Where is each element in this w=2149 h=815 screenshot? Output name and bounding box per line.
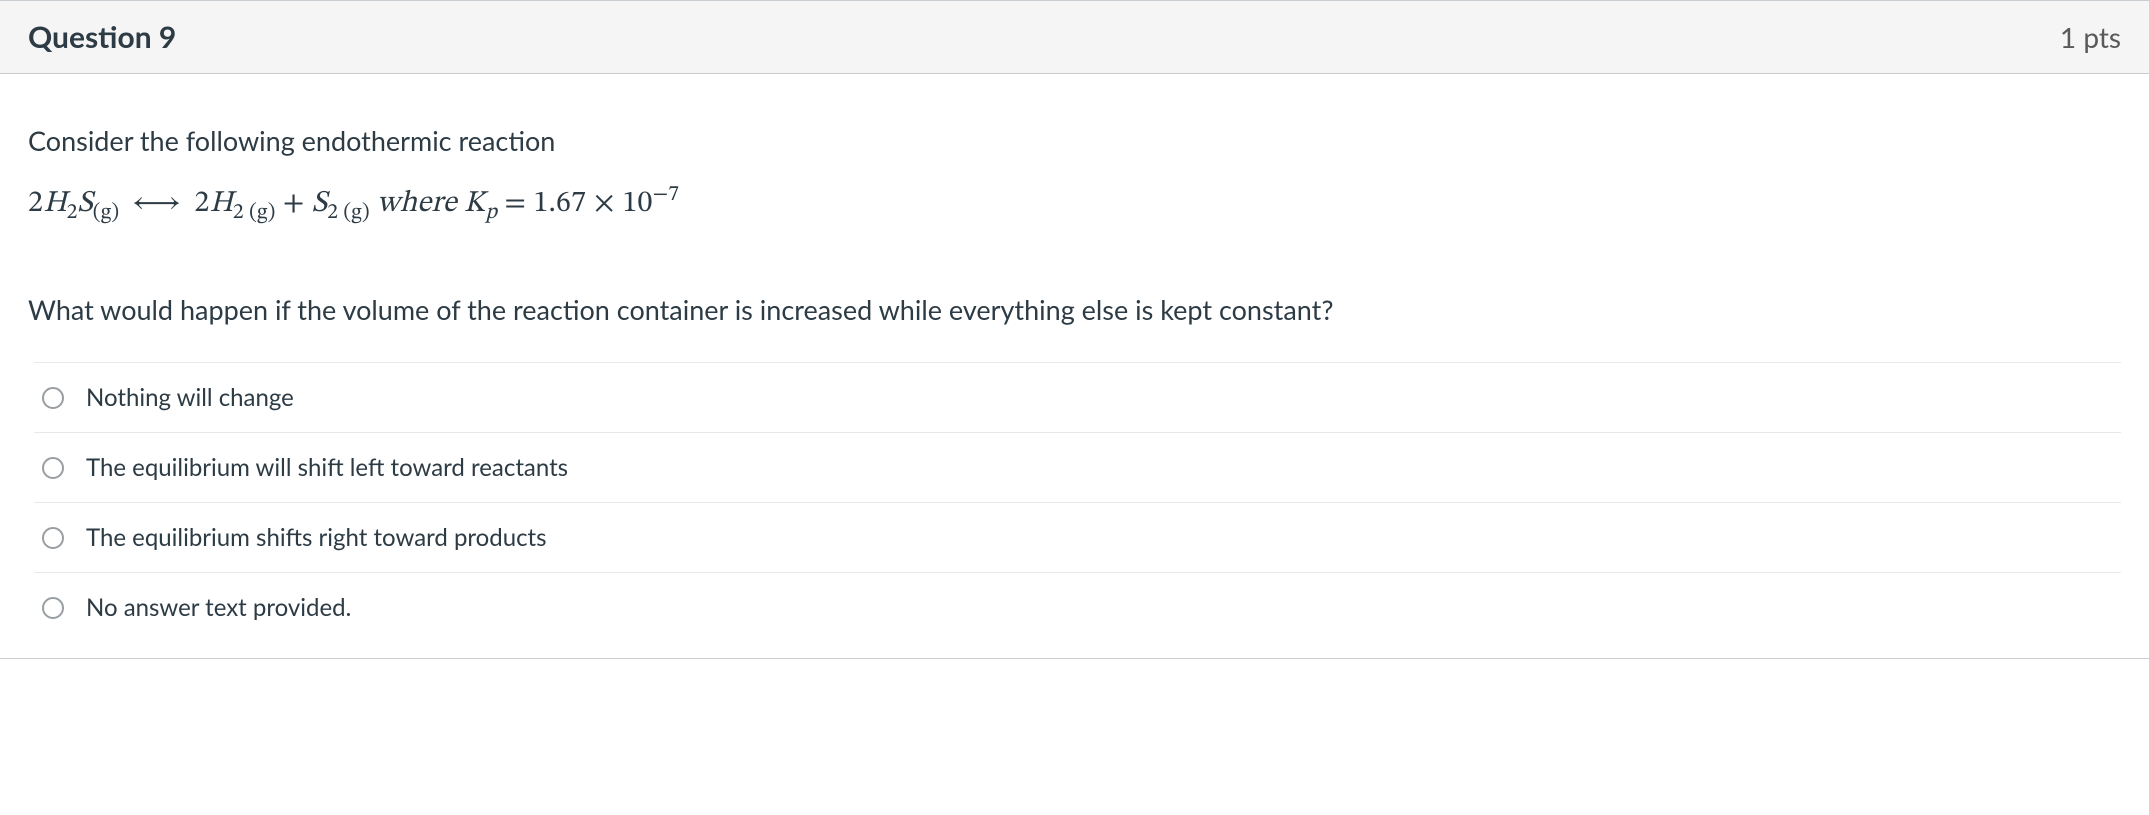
eq-lhs-phase: (g)	[93, 203, 119, 224]
eq-plus: +	[276, 189, 312, 219]
question-body: Consider the following endothermic react…	[0, 74, 2149, 658]
question-followup: What would happen if the volume of the r…	[28, 293, 2121, 326]
answer-option[interactable]: Nothing will change	[34, 362, 2121, 432]
radio-icon[interactable]	[42, 387, 64, 409]
question-header: Question 9 1 pts	[0, 1, 2149, 74]
eq-r1-sub: 2 (g)	[233, 203, 276, 224]
question-intro: Consider the following endothermic react…	[28, 124, 2121, 157]
eq-Ksub: p	[485, 203, 497, 224]
question-title: Question 9	[28, 19, 176, 55]
question-points: 1 pts	[2060, 20, 2121, 54]
radio-icon[interactable]	[42, 527, 64, 549]
question-card: Question 9 1 pts Consider the following …	[0, 0, 2149, 659]
eq-lhs-coef: 2	[28, 189, 43, 219]
eq-lhs-H: H	[43, 189, 67, 219]
eq-r1-coef: 2	[194, 189, 209, 219]
answer-label: Nothing will change	[86, 383, 294, 412]
eq-where: where	[370, 189, 464, 219]
eq-K: K	[464, 189, 485, 219]
answer-label: The equilibrium shifts right toward prod…	[86, 523, 547, 552]
eq-r1-H: H	[209, 189, 233, 219]
answer-option[interactable]: The equilibrium shifts right toward prod…	[34, 502, 2121, 572]
eq-r2-sub: 2 (g)	[327, 203, 370, 224]
eq-val: = 1.67 × 10	[497, 189, 652, 219]
answer-label: The equilibrium will shift left toward r…	[86, 453, 568, 482]
answer-label: No answer text provided.	[86, 593, 351, 622]
answer-option[interactable]: The equilibrium will shift left toward r…	[34, 432, 2121, 502]
eq-exp: −7	[653, 185, 680, 206]
answer-option[interactable]: No answer text provided.	[34, 572, 2121, 642]
reaction-equation: 2H2S(g) ⟷ 2H2 (g) + S2 (g) where Kp = 1.…	[28, 185, 2121, 223]
radio-icon[interactable]	[42, 457, 64, 479]
eq-r2-S: S	[312, 189, 327, 219]
answer-list: Nothing will change The equilibrium will…	[34, 362, 2121, 642]
eq-arrow: ⟷	[127, 189, 188, 219]
radio-icon[interactable]	[42, 597, 64, 619]
eq-lhs-S: S	[77, 189, 92, 219]
eq-lhs-sub1: 2	[67, 203, 78, 224]
